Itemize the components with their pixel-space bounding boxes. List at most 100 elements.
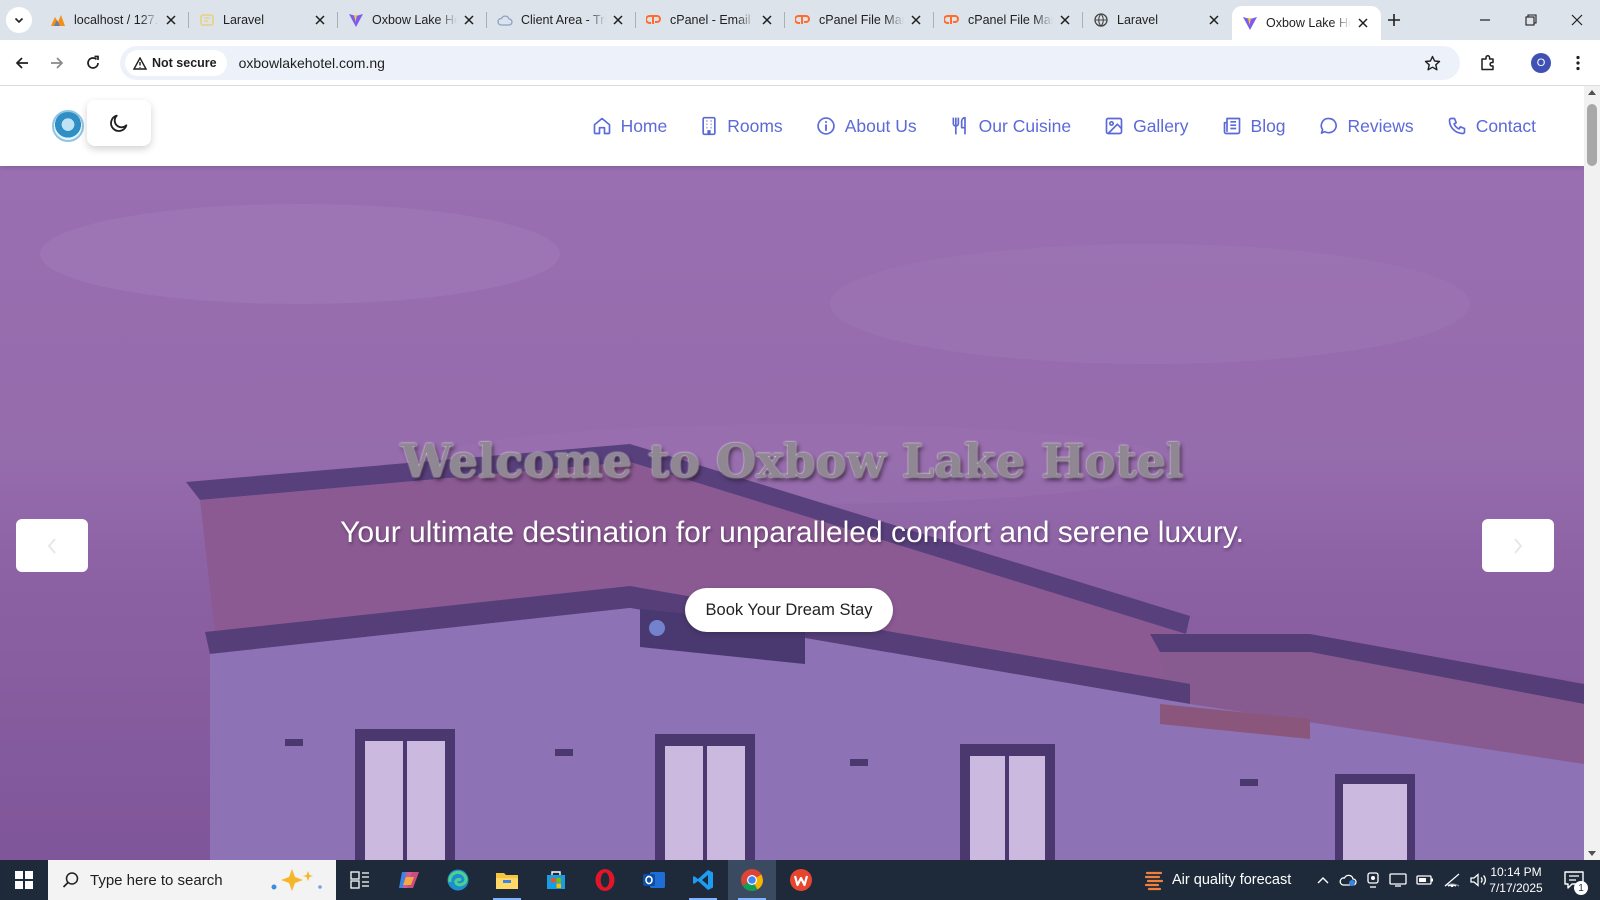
url-text[interactable]: oxbowlakehotel.com.ng xyxy=(239,55,385,71)
battery-icon[interactable] xyxy=(1416,874,1434,886)
nav-reviews[interactable]: Reviews xyxy=(1319,116,1414,137)
warning-icon xyxy=(133,56,147,70)
scroll-up-arrow-icon[interactable] xyxy=(1588,90,1596,95)
chevron-up-icon[interactable] xyxy=(1316,875,1330,885)
browser-tab[interactable]: Laravel xyxy=(189,0,338,40)
notification-center-button[interactable]: 1 xyxy=(1552,860,1596,900)
back-button[interactable] xyxy=(8,49,36,77)
minimize-button[interactable] xyxy=(1462,0,1508,40)
close-icon[interactable] xyxy=(610,12,626,28)
sparkle-icon xyxy=(271,869,322,891)
nav-home[interactable]: Home xyxy=(592,115,668,137)
start-button[interactable] xyxy=(0,860,48,900)
security-indicator[interactable]: Not secure xyxy=(125,50,227,76)
browser-menu-button[interactable] xyxy=(1564,49,1592,77)
vscode-taskbar-button[interactable] xyxy=(679,860,727,900)
close-icon[interactable] xyxy=(1355,15,1371,31)
new-tab-button[interactable] xyxy=(1382,8,1406,32)
taskbar-clock[interactable]: 10:14 PM 7/17/2025 xyxy=(1488,864,1544,896)
nav-about-us[interactable]: About Us xyxy=(816,116,917,137)
outlook-icon xyxy=(643,872,665,888)
more-vertical-icon xyxy=(1576,55,1580,71)
nav-our-cuisine[interactable]: Our Cuisine xyxy=(950,116,1071,137)
browser-tab[interactable]: cPanel File Manager xyxy=(785,0,934,40)
browser-toolbar: Not secure oxbowlakehotel.com.ng O xyxy=(0,40,1600,86)
browser-tab[interactable]: cPanel - Email xyxy=(636,0,785,40)
scroll-down-arrow-icon[interactable] xyxy=(1588,851,1596,856)
close-icon[interactable] xyxy=(1057,12,1073,28)
nav-rooms[interactable]: Rooms xyxy=(700,116,783,137)
file-explorer-taskbar-button[interactable] xyxy=(483,860,531,900)
chevron-left-icon xyxy=(47,537,56,554)
task-view-button[interactable] xyxy=(336,860,384,900)
browser-tab[interactable]: Oxbow Lake Hotel xyxy=(338,0,487,40)
forward-button[interactable] xyxy=(43,49,71,77)
display-icon[interactable] xyxy=(1389,873,1407,887)
close-icon[interactable] xyxy=(312,12,328,28)
volume-icon[interactable] xyxy=(1470,873,1488,887)
hotel-logo[interactable] xyxy=(52,110,84,142)
tab-title: cPanel File Manager xyxy=(968,13,1053,27)
carousel-prev-button[interactable] xyxy=(16,519,88,572)
nav-contact[interactable]: Contact xyxy=(1447,116,1536,137)
nav-gallery[interactable]: Gallery xyxy=(1104,115,1189,137)
cpanel-icon xyxy=(795,12,811,28)
outlook-taskbar-button[interactable] xyxy=(630,860,678,900)
tab-search-button[interactable] xyxy=(6,7,32,33)
microsoft-store-icon xyxy=(547,871,565,889)
dark-mode-toggle[interactable] xyxy=(87,100,151,146)
scrollbar-thumb[interactable] xyxy=(1587,104,1597,166)
edge-icon xyxy=(447,869,469,891)
browser-tab[interactable]: cPanel File Manager xyxy=(934,0,1083,40)
main-nav: Home Rooms About Us Our Cuisine Gallery … xyxy=(592,86,1536,166)
address-bar[interactable]: Not secure oxbowlakehotel.com.ng xyxy=(120,46,1460,80)
close-icon[interactable] xyxy=(163,12,179,28)
store-taskbar-button[interactable] xyxy=(532,860,580,900)
opera-taskbar-button[interactable] xyxy=(581,860,629,900)
profile-avatar[interactable]: O xyxy=(1531,53,1551,73)
reload-button[interactable] xyxy=(79,49,107,77)
close-icon[interactable] xyxy=(1206,12,1222,28)
nav-label: Home xyxy=(620,115,668,136)
hero-title: Welcome to Oxbow Lake Hotel xyxy=(400,434,1184,488)
book-your-dream-stay-button[interactable]: Book Your Dream Stay xyxy=(685,588,893,632)
chrome-icon xyxy=(741,869,763,891)
carousel-next-button[interactable] xyxy=(1482,519,1554,572)
wps-taskbar-button[interactable] xyxy=(777,860,825,900)
task-view-icon xyxy=(350,871,369,889)
bookmark-button[interactable] xyxy=(1418,49,1446,77)
home-icon xyxy=(593,117,610,135)
weather-widget[interactable]: Air quality forecast xyxy=(1144,860,1291,900)
extensions-button[interactable] xyxy=(1474,49,1502,77)
opera-icon xyxy=(595,869,615,891)
search-placeholder: Type here to search xyxy=(90,871,223,889)
wps-office-icon xyxy=(790,869,812,891)
wifi-icon[interactable] xyxy=(1443,873,1461,887)
close-window-button[interactable] xyxy=(1554,0,1600,40)
restore-button[interactable] xyxy=(1508,0,1554,40)
edge-taskbar-button[interactable] xyxy=(434,860,482,900)
browser-tab[interactable]: Laravel xyxy=(1083,0,1232,40)
browser-tab[interactable]: Client Area - Truehost xyxy=(487,0,636,40)
newspaper-icon xyxy=(1223,117,1240,135)
taskbar-search[interactable]: Type here to search xyxy=(48,860,336,900)
phpmyadmin-icon xyxy=(50,12,66,28)
close-icon[interactable] xyxy=(908,12,924,28)
nav-blog[interactable]: Blog xyxy=(1222,116,1286,137)
close-icon[interactable] xyxy=(461,12,477,28)
reload-icon xyxy=(87,55,99,69)
page-scrollbar[interactable] xyxy=(1584,86,1600,860)
vite-icon xyxy=(1242,15,1258,31)
minimize-icon xyxy=(1480,19,1490,21)
close-icon[interactable] xyxy=(759,12,775,28)
browser-tab[interactable]: localhost / 127.0.0.1 xyxy=(40,0,189,40)
nav-label: Gallery xyxy=(1133,115,1189,136)
nav-label: Contact xyxy=(1475,115,1536,136)
copilot-taskbar-button[interactable] xyxy=(385,860,433,900)
laravel-icon xyxy=(199,12,215,28)
webcam-icon[interactable] xyxy=(1366,872,1380,888)
chrome-taskbar-button[interactable] xyxy=(728,860,776,900)
onedrive-icon[interactable] xyxy=(1339,873,1357,887)
system-tray xyxy=(1316,860,1488,900)
browser-tab-active[interactable]: Oxbow Lake Hotel xyxy=(1232,6,1381,40)
